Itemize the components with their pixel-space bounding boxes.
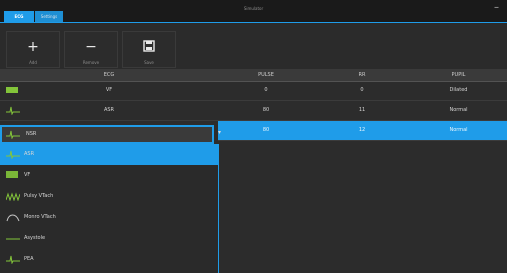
cell-pupil: Dilated — [449, 87, 468, 93]
cell-ecg: ASR — [103, 107, 115, 113]
title-bar: ECG Settings Simulator – — [0, 0, 507, 22]
plus-icon: + — [27, 39, 39, 55]
dropdown-selected-value: NSR — [26, 131, 37, 137]
item-label: Pulsy VTach — [24, 193, 54, 199]
dropdown-item-pea[interactable]: PEA — [0, 249, 218, 270]
cell-rr: 11 — [358, 107, 366, 113]
remove-label: Remove — [82, 60, 100, 65]
dropdown-list: ASR VF Pulsy VTach Monro VTach Asystole … — [0, 144, 219, 273]
vtach-waveform-icon — [6, 192, 20, 201]
window-title: Simulator — [243, 6, 264, 11]
vf-waveform-icon — [6, 171, 18, 178]
monro-vtach-waveform-icon — [6, 214, 20, 222]
save-label: Save — [144, 60, 154, 65]
tab-settings[interactable]: Settings — [34, 11, 63, 22]
cell-pulse: 80 — [262, 107, 270, 113]
minus-icon: − — [85, 39, 97, 55]
col-pulse-header[interactable]: PULSE — [218, 69, 314, 81]
col-pupil-header[interactable]: PUPIL — [410, 69, 507, 81]
cell-pulse: 80 — [262, 127, 270, 133]
app-window: ECG Settings Simulator – + Add − Remove … — [0, 0, 507, 273]
item-label: ASR — [24, 151, 35, 157]
cell-rr: 12 — [358, 127, 366, 133]
item-label: VF — [24, 172, 31, 178]
dropdown-item-monro-vtach[interactable]: Monro VTach — [0, 207, 218, 228]
remove-button[interactable]: − Remove — [64, 31, 118, 68]
table-row[interactable]: ASR 80 11 Normal — [0, 101, 507, 121]
cell-pulse: 0 — [264, 87, 268, 93]
dropdown-item-asystole[interactable]: Asystole — [0, 228, 218, 249]
col-ecg-header[interactable]: ECG — [0, 69, 218, 81]
dropdown-item-asr[interactable]: ASR — [0, 144, 218, 165]
item-label: PEA — [24, 256, 34, 262]
col-rr-header[interactable]: RR — [314, 69, 410, 81]
cell-rr: 0 — [360, 87, 364, 93]
item-label: Monro VTach — [24, 214, 56, 220]
table-row[interactable]: VF 0 0 Dilated — [0, 81, 507, 101]
minimize-button[interactable]: – — [494, 2, 499, 13]
asystole-waveform-icon — [6, 238, 20, 240]
ecg-waveform-icon — [6, 255, 20, 264]
save-icon — [123, 39, 175, 53]
ecg-waveform-icon — [6, 130, 20, 139]
dropdown-item-vf[interactable]: VF — [0, 165, 218, 186]
toolbar: + Add − Remove Save — [0, 22, 507, 70]
dropdown-arrow-icon[interactable]: ▾ — [218, 129, 221, 136]
cell-ecg: VF — [105, 87, 113, 93]
scenario-grid: ECG PULSE RR PUPIL VF 0 0 Dilated ASR 80… — [0, 69, 507, 273]
add-label: Add — [29, 60, 37, 65]
item-label: Asystole — [24, 235, 46, 241]
cell-pupil: Normal — [449, 107, 468, 113]
save-button[interactable]: Save — [122, 31, 176, 68]
cell-pupil: Normal — [449, 127, 468, 133]
ecg-dropdown[interactable]: NSR ▾ — [0, 125, 221, 144]
dropdown-item-pulsy-vtach[interactable]: Pulsy VTach — [0, 186, 218, 207]
tab-ecg[interactable]: ECG — [4, 11, 34, 22]
add-button[interactable]: + Add — [6, 31, 60, 68]
table-row-selected[interactable]: 80 12 Normal — [218, 121, 507, 141]
ecg-waveform-icon — [6, 150, 20, 159]
